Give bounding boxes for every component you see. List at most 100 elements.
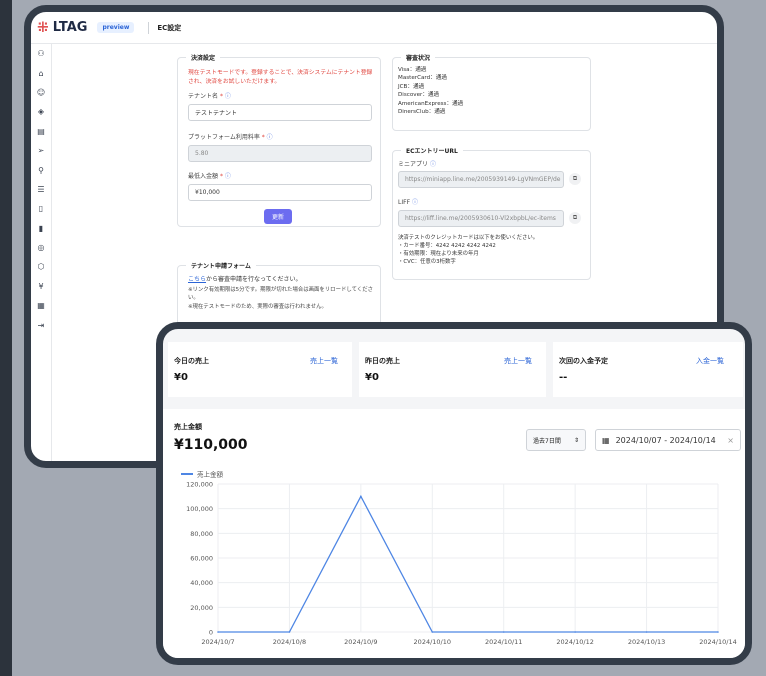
send-icon[interactable]: ➢ bbox=[31, 141, 51, 160]
test-card-note: 決済テストのクレジットカードは以下をお使いください。 ・カード番号：4242 42… bbox=[398, 234, 583, 266]
tenant-name-input[interactable]: テストテナント bbox=[188, 104, 372, 121]
y-tick-label: 40,000 bbox=[190, 579, 213, 587]
sales-amount-title: 売上金額 bbox=[174, 423, 202, 431]
review-status-legend: 審査状況 bbox=[401, 53, 436, 62]
page-title: EC設定 bbox=[157, 23, 182, 32]
application-link[interactable]: こちら bbox=[188, 276, 206, 283]
today-sales-value: ¥0 bbox=[174, 372, 188, 383]
yesterday-sales-value: ¥0 bbox=[365, 372, 379, 383]
test-mode-warning: 現在テストモードです。登録することで、決済システムにテナント登録され、決済をお試… bbox=[188, 70, 373, 85]
header-divider bbox=[148, 21, 150, 34]
data-point bbox=[717, 631, 719, 633]
tenant-application-legend: テナント申請フォーム bbox=[186, 261, 256, 270]
ec-entry-url-legend: ECエントリーURL bbox=[401, 146, 463, 155]
select-arrows-icon: ⇕ bbox=[573, 436, 579, 444]
preview-badge: preview bbox=[97, 22, 135, 33]
clear-icon[interactable]: × bbox=[727, 436, 734, 445]
miniapp-url-input[interactable]: https://miniapp.line.me/2005939149-LgVNm… bbox=[398, 171, 564, 188]
ec-entry-url-panel: ECエントリーURL ミニアプリ ⓘ https://miniapp.line.… bbox=[392, 146, 591, 280]
payment-settings-legend: 決済設定 bbox=[186, 53, 221, 62]
today-sales-title: 今日の売上 bbox=[174, 357, 209, 365]
org-chart-icon[interactable]: ⚲ bbox=[31, 160, 51, 179]
platform-fee-input: 5.80 bbox=[188, 145, 372, 162]
miniapp-label: ミニアプリ ⓘ bbox=[398, 161, 436, 168]
next-deposit-title: 次回の入金予定 bbox=[559, 357, 608, 365]
tag-alt-icon[interactable]: ◈ bbox=[31, 102, 51, 121]
x-tick-label: 2024/10/13 bbox=[628, 638, 665, 646]
minimum-deposit-label: 最低入金額 * ⓘ bbox=[188, 173, 231, 180]
test-mode-review-note: ※現在テストモードのため、実際の審査は行われません。 bbox=[188, 304, 327, 310]
list-icon[interactable]: ☰ bbox=[31, 180, 51, 199]
sales-line-chart: 売上金額 0 20,000 40,000 60,000 80,000 100,000 120,… bbox=[181, 470, 737, 646]
data-point bbox=[574, 631, 576, 633]
date-range-picker[interactable]: ▦ 2024/10/07 - 2024/10/14 × bbox=[595, 429, 741, 451]
info-icon[interactable]: ⓘ bbox=[267, 134, 273, 141]
x-tick-label: 2024/10/14 bbox=[699, 638, 736, 646]
link-expiry-note: ※リンク有効期限は5分です。期限が切れた場合は画面をリロードしてください。 bbox=[188, 287, 373, 302]
next-deposit-value: -- bbox=[559, 372, 568, 383]
review-status-list: Visa：通過 MasterCard：通過 JCB：通過 Discover：通過 Ame… bbox=[398, 66, 463, 116]
logout-icon[interactable]: ⇥ bbox=[31, 315, 51, 334]
platform-fee-label: プラットフォーム利用料率 * ⓘ bbox=[188, 134, 273, 141]
deposit-list-link[interactable]: 入金一覧 bbox=[696, 356, 724, 366]
info-icon[interactable]: ⓘ bbox=[412, 199, 418, 206]
x-tick-label: 2024/10/10 bbox=[414, 638, 451, 646]
test-card-note-line: ・CVC：任意の3桁数字 bbox=[398, 259, 456, 266]
logo[interactable]: ⁜ LTAG preview bbox=[37, 20, 135, 36]
review-status-item: DinersClub：通過 bbox=[398, 108, 446, 115]
users-icon[interactable]: ⚇ bbox=[31, 44, 51, 63]
liff-label: LIFF ⓘ bbox=[398, 199, 418, 206]
copy-icon[interactable]: ⧉ bbox=[569, 173, 581, 185]
info-icon[interactable]: ⓘ bbox=[225, 173, 231, 180]
data-point bbox=[288, 631, 291, 633]
yesterday-sales-card: 昨日の売上 売上一覧 ¥0 bbox=[359, 342, 546, 397]
next-deposit-card: 次回の入金予定 入金一覧 -- bbox=[553, 342, 743, 397]
review-status-item: Discover：通過 bbox=[398, 92, 440, 99]
test-card-note-line: ・有効期限：現在より未来の年月 bbox=[398, 251, 479, 258]
x-tick-label: 2024/10/8 bbox=[273, 638, 306, 646]
dashboard-window: 今日の売上 売上一覧 ¥0 昨日の売上 売上一覧 ¥0 次回の入金予定 入金一覧… bbox=[156, 322, 752, 665]
test-card-note-line: 決済テストのクレジットカードは以下をお使いください。 bbox=[398, 235, 539, 241]
update-button[interactable]: 更新 bbox=[264, 209, 292, 224]
calculator-icon[interactable]: ▦ bbox=[31, 296, 51, 315]
background-strip bbox=[0, 0, 12, 676]
review-status-item: JCB：通過 bbox=[398, 83, 425, 90]
yen-icon[interactable]: ¥ bbox=[31, 277, 51, 296]
minimum-deposit-input[interactable]: ¥10,000 bbox=[188, 184, 372, 201]
review-status-item: AmericanExpress：通過 bbox=[398, 100, 464, 107]
logo-text: LTAG bbox=[52, 20, 88, 35]
tag-icon[interactable]: ⌂ bbox=[31, 63, 51, 82]
info-icon[interactable]: ⓘ bbox=[225, 93, 231, 100]
app-header: ⁜ LTAG preview EC設定 bbox=[31, 12, 717, 44]
payment-settings-panel: 決済設定 現在テストモードです。登録することで、決済システムにテナント登録され、… bbox=[177, 53, 381, 227]
file-icon[interactable]: ▯ bbox=[31, 199, 51, 218]
sales-series-line bbox=[218, 494, 718, 633]
period-select-value: 過去7日間 bbox=[533, 437, 561, 445]
table-icon[interactable]: ▤ bbox=[31, 122, 51, 141]
y-tick-label: 0 bbox=[209, 629, 213, 637]
target-icon[interactable]: ◎ bbox=[31, 238, 51, 257]
date-range-value: 2024/10/07 - 2024/10/14 bbox=[615, 435, 716, 445]
sales-list-link[interactable]: 売上一覧 bbox=[504, 356, 532, 366]
smile-icon[interactable]: ☺ bbox=[31, 83, 51, 102]
liff-url-input[interactable]: https://liff.line.me/2005930610-Vl2xbpbL… bbox=[398, 210, 564, 227]
yesterday-sales-title: 昨日の売上 bbox=[365, 357, 400, 365]
bar-chart-icon[interactable]: ▮ bbox=[31, 219, 51, 238]
data-point bbox=[502, 631, 505, 633]
x-tick-label: 2024/10/12 bbox=[556, 638, 593, 646]
data-point bbox=[645, 631, 648, 633]
sales-list-link[interactable]: 売上一覧 bbox=[310, 356, 338, 366]
box-icon[interactable]: ⬡ bbox=[31, 257, 51, 276]
x-tick-label: 2024/10/7 bbox=[201, 638, 234, 646]
copy-icon[interactable]: ⧉ bbox=[569, 212, 581, 224]
application-instruction: こちらから審査申請を行なってください。 bbox=[188, 276, 302, 283]
data-point bbox=[360, 495, 362, 498]
info-icon[interactable]: ⓘ bbox=[430, 161, 436, 168]
period-select[interactable]: 過去7日間 ⇕ bbox=[526, 429, 586, 451]
legend-label: 売上金額 bbox=[197, 470, 224, 479]
data-point bbox=[431, 631, 434, 633]
today-sales-card: 今日の売上 売上一覧 ¥0 bbox=[168, 342, 352, 397]
review-status-panel: 審査状況 Visa：通過 MasterCard：通過 JCB：通過 Discover：… bbox=[392, 53, 591, 131]
y-tick-label: 80,000 bbox=[190, 530, 213, 538]
data-point bbox=[217, 631, 219, 633]
